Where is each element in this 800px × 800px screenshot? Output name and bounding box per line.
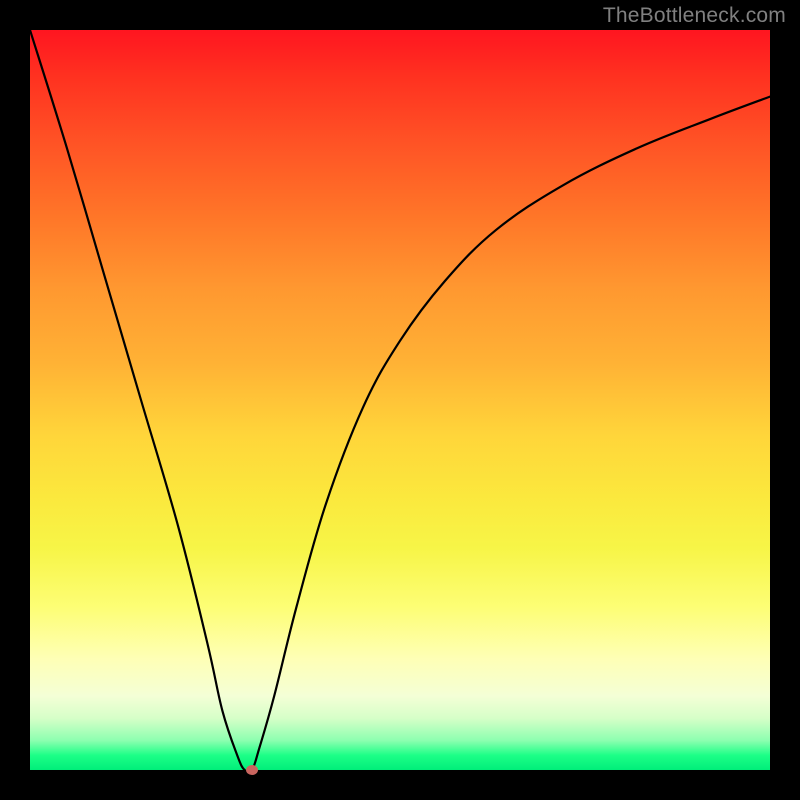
bottleneck-curve — [30, 30, 770, 770]
chart-plot-area — [30, 30, 770, 770]
watermark-text: TheBottleneck.com — [603, 4, 786, 28]
minimum-marker-dot — [246, 765, 258, 775]
